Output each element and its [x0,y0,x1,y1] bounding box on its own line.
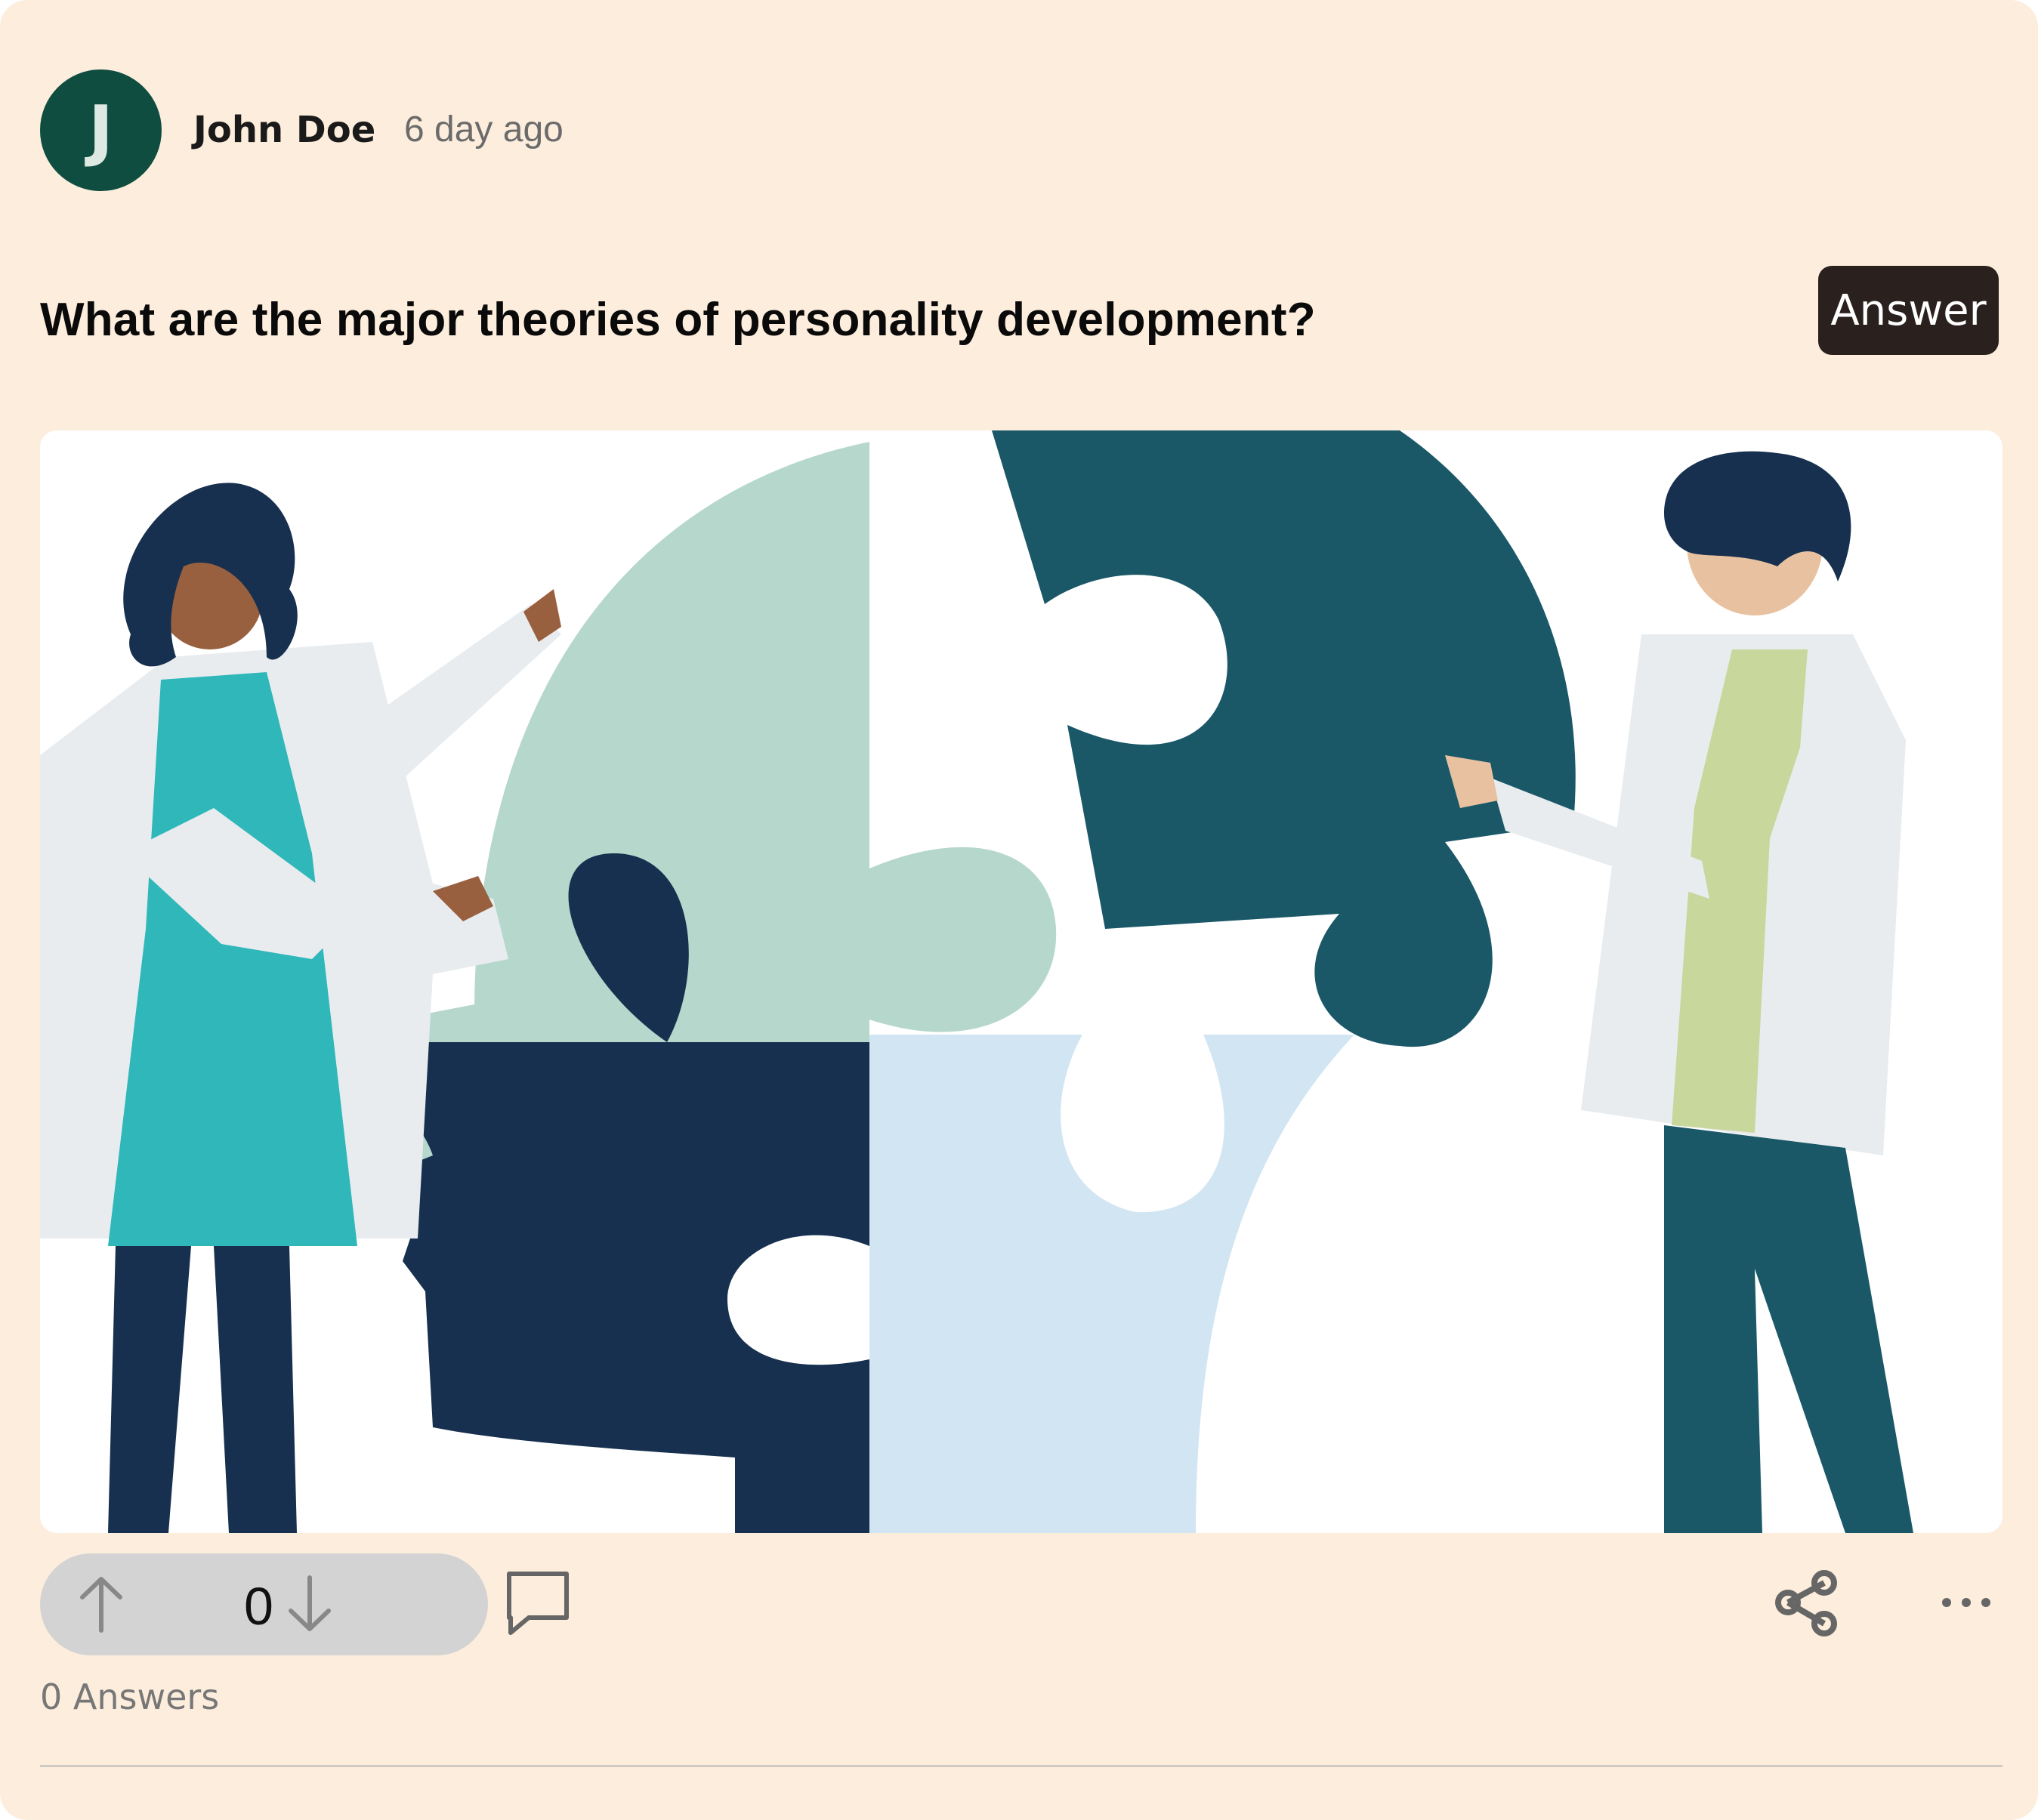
answer-button[interactable]: Answer [1818,266,1999,355]
more-horizontal-icon[interactable] [1940,1589,1993,1616]
comment-icon[interactable] [503,1568,573,1637]
vote-count: 0 [244,1577,273,1636]
arrow-up-icon[interactable] [67,1570,135,1638]
puzzle-piece-lightblue [869,1035,1354,1533]
avatar[interactable]: J [40,69,162,191]
vote-control: 0 [40,1553,488,1655]
question-card: J John Doe 6 day ago What are the major … [0,0,2038,1820]
puzzle-piece-teal [992,430,1576,1047]
arrow-down-icon[interactable] [276,1570,344,1638]
answer-button-label: Answer [1830,285,1987,335]
question-illustration [40,430,2002,1533]
divider [40,1765,2002,1767]
share-icon[interactable] [1771,1568,1841,1637]
puzzle-head-illustration [40,430,1913,1533]
avatar-initial: J [88,91,113,169]
post-time: 6 day ago [404,110,564,150]
answers-count[interactable]: 0 Answers [40,1677,219,1717]
author-name[interactable]: John Doe [193,109,375,151]
question-title[interactable]: What are the major theories of personali… [40,293,1316,347]
